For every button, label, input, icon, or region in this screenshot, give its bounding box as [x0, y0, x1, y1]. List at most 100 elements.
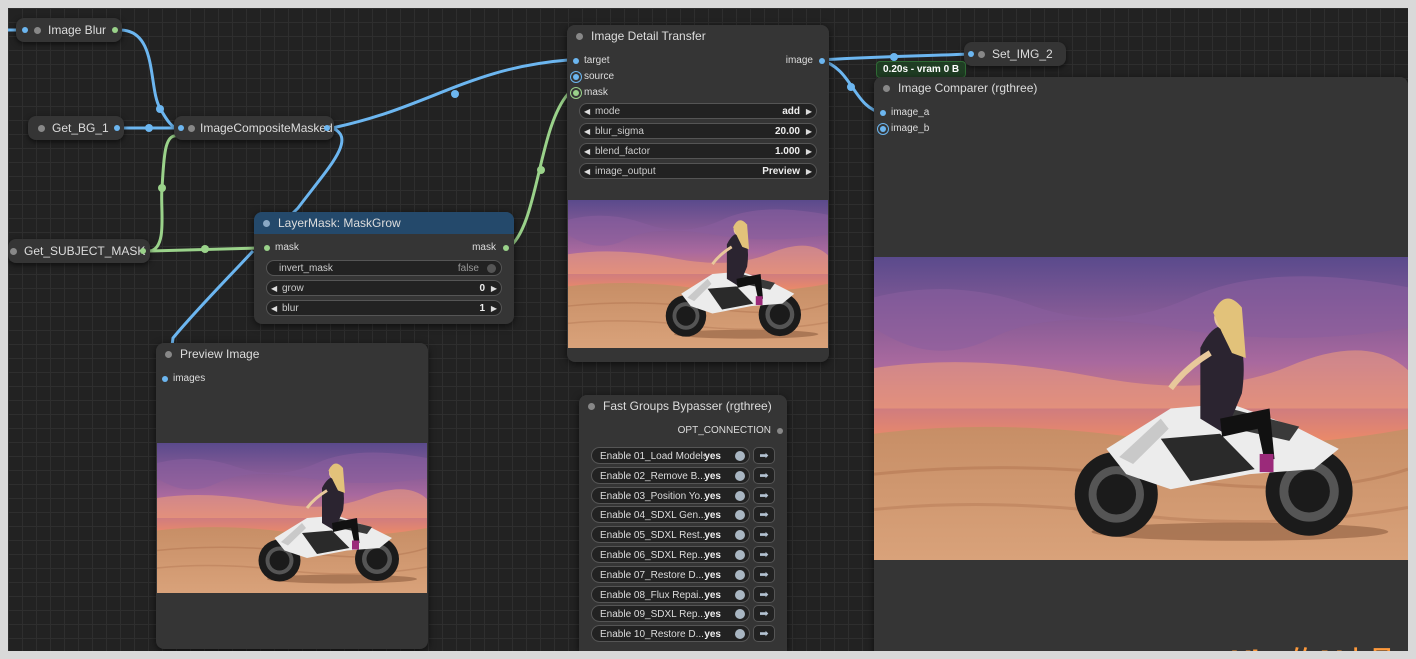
navigate-arrow-icon[interactable]: ➡: [753, 447, 775, 464]
node-header[interactable]: Preview Image: [156, 343, 428, 365]
output-dot[interactable]: [324, 125, 330, 131]
decrement-arrow-icon[interactable]: ◀: [584, 164, 590, 180]
navigate-arrow-icon[interactable]: ➡: [753, 466, 775, 484]
bypass-row[interactable]: Enable 01_Load Models yes ➡: [591, 447, 775, 464]
image-output-dot[interactable]: [819, 58, 825, 64]
image-detail-transfer-node[interactable]: Image Detail Transfer target source mask…: [567, 25, 829, 362]
fast-groups-bypasser-node[interactable]: Fast Groups Bypasser (rgthree) OPT_CONNE…: [579, 395, 787, 651]
collapse-dot-icon[interactable]: [263, 220, 270, 227]
toggle-knob-icon: [735, 470, 745, 481]
navigate-arrow-icon[interactable]: ➡: [753, 546, 775, 563]
blur-sigma-widget[interactable]: ◀ blur_sigma 20.00 ▶: [579, 123, 817, 139]
bypass-row[interactable]: Enable 04_SDXL Gen... yes ➡: [591, 506, 775, 524]
node-header[interactable]: Image Comparer (rgthree): [874, 77, 1408, 99]
navigate-arrow-icon[interactable]: ➡: [753, 565, 775, 583]
increment-arrow-icon[interactable]: ▶: [806, 164, 812, 180]
bypass-row[interactable]: Enable 10_Restore D... yes ➡: [591, 625, 775, 643]
maskgrow-node[interactable]: LayerMask: MaskGrow mask mask invert_mas…: [254, 212, 514, 324]
input-dot[interactable]: [22, 27, 28, 33]
decrement-arrow-icon[interactable]: ◀: [584, 144, 590, 160]
increment-arrow-icon[interactable]: ▶: [806, 144, 812, 160]
widget-label: blur_sigma: [595, 126, 644, 137]
bypass-row[interactable]: Enable 08_Flux Repai... yes ➡: [591, 585, 775, 603]
navigate-arrow-icon[interactable]: ➡: [753, 486, 775, 504]
bypass-row[interactable]: Enable 05_SDXL Rest... yes ➡: [591, 526, 775, 544]
navigate-arrow-icon[interactable]: ➡: [753, 506, 775, 524]
group-value: yes: [704, 609, 721, 621]
image-blur-node[interactable]: Image Blur: [16, 18, 122, 42]
decrement-arrow-icon[interactable]: ◀: [271, 281, 277, 297]
set-img-node[interactable]: Set_IMG_2: [964, 42, 1066, 66]
mode-widget[interactable]: ◀ mode add ▶: [579, 103, 817, 119]
collapse-dot-icon[interactable]: [165, 351, 172, 358]
increment-arrow-icon[interactable]: ▶: [806, 104, 812, 120]
input-dot[interactable]: [178, 125, 184, 131]
bypass-row[interactable]: Enable 07_Restore D... yes ➡: [591, 565, 775, 583]
decrement-arrow-icon[interactable]: ◀: [271, 301, 277, 317]
group-toggle[interactable]: Enable 05_SDXL Rest... yes: [591, 526, 750, 544]
navigate-arrow-icon[interactable]: ➡: [753, 605, 775, 623]
collapse-dot-icon[interactable]: [576, 33, 583, 40]
collapse-dot-icon[interactable]: [10, 248, 17, 255]
collapse-dot-icon[interactable]: [34, 27, 41, 34]
output-dot[interactable]: [114, 125, 120, 131]
navigate-arrow-icon[interactable]: ➡: [753, 625, 775, 643]
decrement-arrow-icon[interactable]: ◀: [584, 124, 590, 140]
collapse-dot-icon[interactable]: [188, 125, 195, 132]
node-header[interactable]: Fast Groups Bypasser (rgthree): [579, 395, 787, 417]
mask-input-dot[interactable]: [264, 245, 270, 251]
collapse-dot-icon[interactable]: [883, 85, 890, 92]
mask-input-dot[interactable]: [573, 90, 579, 96]
group-toggle[interactable]: Enable 06_SDXL Rep... yes: [591, 546, 750, 563]
toggle-knob-icon: [735, 569, 745, 580]
output-dot[interactable]: [112, 27, 118, 33]
image-b-input-dot[interactable]: [880, 126, 886, 132]
get-subject-mask-node[interactable]: Get_SUBJECT_MASK: [8, 239, 150, 263]
opt-connection-dot[interactable]: [777, 428, 783, 434]
increment-arrow-icon[interactable]: ▶: [806, 124, 812, 140]
navigate-arrow-icon[interactable]: ➡: [753, 585, 775, 603]
group-toggle[interactable]: Enable 07_Restore D... yes: [591, 565, 750, 583]
image-a-input-dot[interactable]: [880, 110, 886, 116]
grow-widget[interactable]: ◀ grow 0 ▶: [266, 280, 502, 296]
navigate-arrow-icon[interactable]: ➡: [753, 526, 775, 544]
increment-arrow-icon[interactable]: ▶: [491, 301, 497, 317]
image-comparer-node[interactable]: Image Comparer (rgthree) image_a image_b: [874, 77, 1408, 651]
node-header[interactable]: LayerMask: MaskGrow: [254, 212, 514, 234]
collapse-dot-icon[interactable]: [978, 51, 985, 58]
blur-widget[interactable]: ◀ blur 1 ▶: [266, 300, 502, 316]
mask-input-label: mask: [275, 242, 299, 253]
bypass-row[interactable]: Enable 06_SDXL Rep... yes ➡: [591, 546, 775, 563]
images-input-dot[interactable]: [162, 376, 168, 382]
comparer-image[interactable]: [874, 257, 1408, 560]
output-dot[interactable]: [140, 248, 146, 254]
decrement-arrow-icon[interactable]: ◀: [584, 104, 590, 120]
get-bg-node[interactable]: Get_BG_1: [28, 116, 124, 140]
image-composite-masked-node[interactable]: ImageCompositeMasked: [174, 116, 334, 140]
increment-arrow-icon[interactable]: ▶: [491, 281, 497, 297]
input-dot[interactable]: [968, 51, 974, 57]
group-toggle[interactable]: Enable 08_Flux Repai... yes: [591, 585, 750, 603]
collapse-dot-icon[interactable]: [38, 125, 45, 132]
mask-output-dot[interactable]: [503, 245, 509, 251]
node-header[interactable]: Image Detail Transfer: [567, 25, 829, 47]
group-toggle[interactable]: Enable 03_Position Yo... yes: [591, 486, 750, 504]
bypass-row[interactable]: Enable 03_Position Yo... yes ➡: [591, 486, 775, 504]
bypass-row[interactable]: Enable 02_Remove B... yes ➡: [591, 466, 775, 484]
invert-mask-toggle[interactable]: invert_mask false: [266, 260, 502, 276]
blend-factor-widget[interactable]: ◀ blend_factor 1.000 ▶: [579, 143, 817, 159]
image-b-input-label: image_b: [891, 123, 930, 134]
image-output-widget[interactable]: ◀ image_output Preview ▶: [579, 163, 817, 179]
target-input-dot[interactable]: [573, 58, 579, 64]
node-graph-canvas[interactable]: Image Blur Get_BG_1 Get_SUBJECT_MASK Ima…: [8, 8, 1408, 651]
group-toggle[interactable]: Enable 02_Remove B... yes: [591, 466, 750, 484]
group-toggle[interactable]: Enable 09_SDXL Rep... yes: [591, 605, 750, 623]
bypass-row[interactable]: Enable 09_SDXL Rep... yes ➡: [591, 605, 775, 623]
collapse-dot-icon[interactable]: [588, 403, 595, 410]
preview-image-node[interactable]: Preview Image images: [156, 343, 428, 649]
group-toggle[interactable]: Enable 01_Load Models yes: [591, 447, 750, 464]
source-input-dot[interactable]: [573, 74, 579, 80]
group-toggle[interactable]: Enable 04_SDXL Gen... yes: [591, 506, 750, 524]
source-input-label: source: [584, 71, 615, 82]
group-toggle[interactable]: Enable 10_Restore D... yes: [591, 625, 750, 643]
